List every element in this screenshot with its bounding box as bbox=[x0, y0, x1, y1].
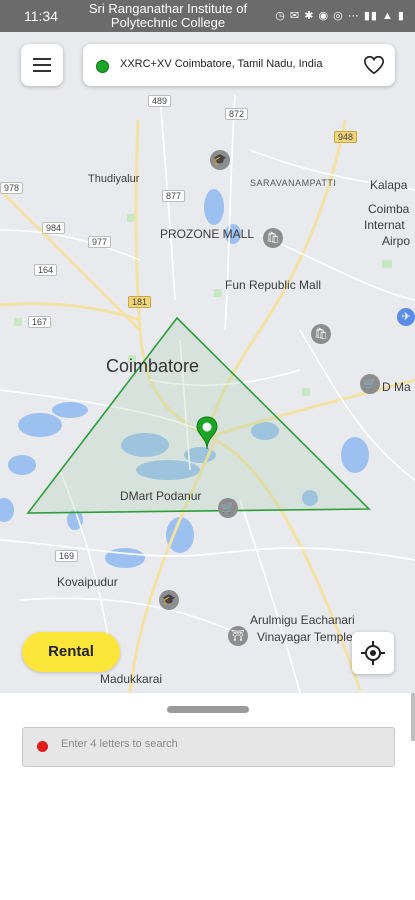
destination-search-field[interactable] bbox=[22, 727, 395, 767]
map-label-kovaipudur: Kovaipudur bbox=[57, 575, 118, 589]
map-label-madukkarai: Madukkarai bbox=[100, 672, 163, 686]
map-label-vinayagar: Vinayagar Temple bbox=[257, 630, 353, 644]
hamburger-menu-icon bbox=[33, 58, 51, 60]
status-time: 11:34 bbox=[24, 8, 58, 24]
menu-button[interactable] bbox=[21, 44, 63, 86]
locate-button[interactable] bbox=[352, 632, 394, 674]
route-489: 489 bbox=[148, 95, 172, 107]
school-poi-icon[interactable]: 🎓 bbox=[159, 590, 179, 610]
map-label-dmart-podanur: DMart Podanur bbox=[120, 489, 202, 503]
route-181: 181 bbox=[128, 296, 152, 308]
status-icons: ◷ ✉ ✱ ◉ ◎ ⋯ ▮▮ ▲ ▮ bbox=[275, 10, 405, 22]
route-164: 164 bbox=[34, 264, 58, 276]
shopping-poi-icon[interactable]: 🛍 bbox=[311, 324, 331, 344]
route-984: 984 bbox=[42, 222, 66, 234]
drop-dot-icon bbox=[37, 741, 48, 752]
sheet-drag-handle[interactable] bbox=[167, 706, 249, 713]
map-label-kalapatti: Kalapa bbox=[370, 178, 408, 192]
destination-search-input[interactable] bbox=[59, 737, 383, 751]
cart-poi-icon[interactable]: 🛒 bbox=[218, 498, 238, 518]
map-label-arulmigu: Arulmigu Eachanari bbox=[250, 613, 355, 627]
route-948: 948 bbox=[334, 131, 358, 143]
status-bar: 11:34 Sri Ranganathar Institute of Polyt… bbox=[0, 0, 415, 32]
bottom-sheet bbox=[0, 693, 415, 900]
school-poi-icon[interactable]: 🎓 bbox=[210, 150, 230, 170]
shopping-poi-icon[interactable]: 🛍 bbox=[263, 228, 283, 248]
temple-poi-icon[interactable]: ⛩ bbox=[228, 626, 248, 646]
scrollbar[interactable] bbox=[411, 693, 415, 741]
map-label-airport-2: Internat bbox=[364, 218, 405, 232]
map-view[interactable]: 489 872 948 877 984 977 978 164 181 167 … bbox=[0, 0, 415, 693]
map-label-fun-republic: Fun Republic Mall bbox=[225, 278, 322, 292]
route-169: 169 bbox=[55, 550, 79, 562]
map-label-coimbatore: Coimbatore bbox=[106, 356, 200, 376]
airport-icon[interactable]: ✈ bbox=[397, 308, 415, 326]
route-872: 872 bbox=[225, 108, 249, 120]
current-location-text: XXRC+XV Coimbatore, Tamil Nadu, India bbox=[120, 58, 323, 70]
location-pin-icon[interactable] bbox=[196, 416, 218, 450]
rental-button[interactable]: Rental bbox=[22, 632, 120, 672]
pickup-dot-icon bbox=[96, 60, 109, 73]
map-label-thudiyalur: Thudiyalur bbox=[88, 173, 140, 185]
my-location-icon bbox=[361, 641, 385, 665]
route-978: 978 bbox=[0, 182, 24, 194]
map-label-airport-3: Airpo bbox=[382, 234, 411, 248]
map-label-saravanampatti: SARAVANAMPATTI bbox=[250, 178, 337, 188]
heart-outline-icon[interactable] bbox=[363, 54, 385, 76]
route-977: 977 bbox=[88, 236, 112, 248]
cart-poi-icon[interactable]: 🛒 bbox=[360, 374, 380, 394]
route-877: 877 bbox=[162, 190, 186, 202]
map-label-prozone: PROZONE MALL bbox=[160, 227, 255, 241]
map-label-dmart-east: D Ma bbox=[382, 380, 411, 394]
status-banner: Sri Ranganathar Institute of Polytechnic… bbox=[88, 1, 248, 30]
map-roads bbox=[0, 94, 415, 693]
route-167: 167 bbox=[28, 316, 52, 328]
map-label-airport-1: Coimba bbox=[368, 202, 410, 216]
current-location-card[interactable]: XXRC+XV Coimbatore, Tamil Nadu, India bbox=[83, 44, 395, 86]
